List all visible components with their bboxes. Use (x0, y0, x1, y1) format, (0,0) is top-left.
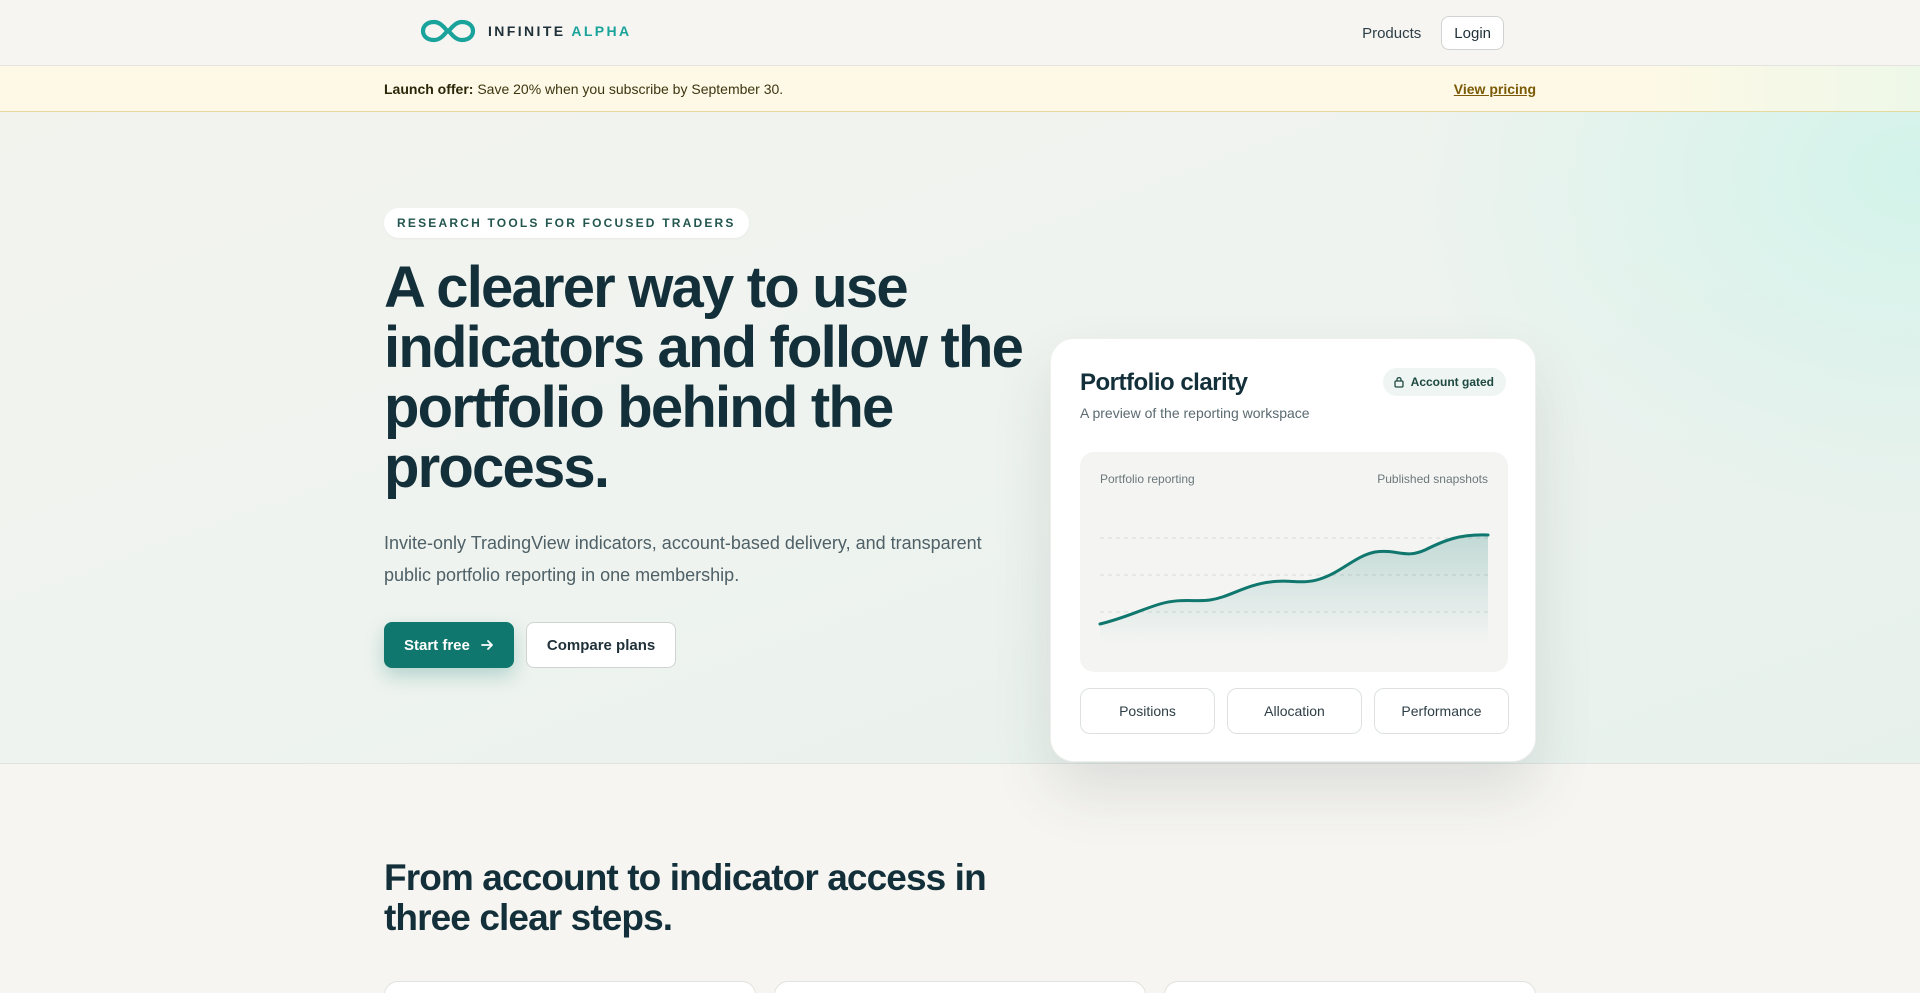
brand-name-accent: ALPHA (571, 23, 632, 39)
card-title: Portfolio clarity (1080, 369, 1248, 396)
chart-area (1100, 534, 1488, 644)
tab-performance[interactable]: Performance (1374, 688, 1509, 734)
nav-products-link[interactable]: Products (1362, 25, 1421, 42)
infinity-logo-icon (420, 19, 476, 43)
step-card (384, 981, 756, 993)
start-free-button[interactable]: Start free (384, 622, 514, 668)
hero-subtext: Invite-only TradingView indicators, acco… (384, 533, 982, 585)
chart-label-published-snapshots: Published snapshots (1377, 472, 1488, 486)
hero-cta-group: Start free Compare plans (384, 622, 677, 668)
main-nav: Products Login (1362, 16, 1504, 50)
portfolio-chart: Portfolio reporting Published snapshots (1080, 452, 1508, 672)
hero-eyebrow: RESEARCH TOOLS FOR FOCUSED TRADERS (384, 208, 749, 238)
tab-positions[interactable]: Positions (1080, 688, 1215, 734)
step-card (1164, 981, 1536, 993)
promo-banner: Launch offer: Save 20% when you subscrib… (0, 66, 1920, 112)
arrow-right-icon (480, 640, 493, 650)
step-card (774, 981, 1146, 993)
tab-allocation[interactable]: Allocation (1227, 688, 1362, 734)
start-free-label: Start free (404, 636, 470, 654)
steps-heading: From account to indicator access in thre… (384, 857, 987, 938)
brand-name-primary: INFINITE (488, 23, 566, 39)
brand-name: INFINITE ALPHA (488, 23, 632, 39)
promo-label: Launch offer: (384, 81, 474, 97)
card-subtitle: A preview of the reporting workspace (1080, 405, 1310, 421)
login-button[interactable]: Login (1441, 16, 1504, 50)
portfolio-preview-card: Portfolio clarity A preview of the repor… (1050, 338, 1536, 762)
hero-headline: A clearer way to use indicators and foll… (384, 255, 1024, 500)
card-tabs: Positions Allocation Performance (1080, 688, 1509, 734)
promo-text: Save 20% when you subscribe by September… (477, 81, 784, 97)
promo-message: Launch offer: Save 20% when you subscrib… (384, 81, 783, 97)
account-gated-badge: Account gated (1382, 368, 1506, 396)
badge-label: Account gated (1410, 375, 1494, 389)
view-pricing-link[interactable]: View pricing (1454, 81, 1536, 97)
brand-logo[interactable]: INFINITE ALPHA (420, 18, 632, 44)
compare-plans-button[interactable]: Compare plans (525, 622, 677, 668)
lock-icon (1394, 376, 1404, 388)
hero-section: RESEARCH TOOLS FOR FOCUSED TRADERS A cle… (0, 112, 1920, 764)
chart-label-portfolio-reporting: Portfolio reporting (1100, 472, 1195, 486)
top-navigation: INFINITE ALPHA Products Login (0, 0, 1920, 66)
